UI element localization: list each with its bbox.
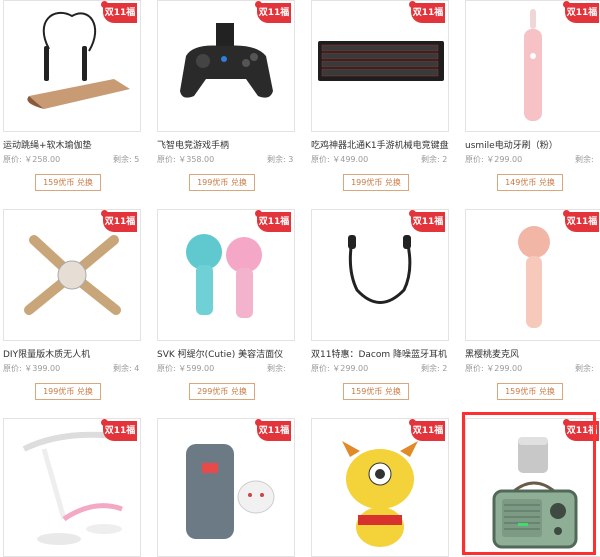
product-card[interactable]: 双11福 黑樱桃麦克风 原价: ￥299.00 剩余: 159优币 兑换	[465, 209, 600, 400]
product-title[interactable]: 吃鸡神器北通K1手游机械电竞键盘	[311, 140, 456, 152]
double11-badge: 双11福	[255, 419, 291, 441]
double11-badge: 双11福	[101, 1, 137, 23]
original-price: 原价: ￥599.00	[157, 364, 215, 373]
original-price: 原价: ￥499.00	[311, 155, 369, 164]
double11-badge: 双11福	[563, 1, 599, 23]
stock-count: 剩余:	[575, 155, 594, 164]
stock-count: 剩余: 5	[113, 155, 140, 164]
redeem-button[interactable]: 199优币 兑换	[35, 383, 101, 400]
product-image[interactable]: 双11福	[311, 0, 449, 132]
original-price: 原价: ￥299.00	[465, 364, 523, 373]
double11-badge: 双11福	[101, 210, 137, 232]
double11-badge: 双11福	[409, 210, 445, 232]
product-card[interactable]: 双11福	[311, 418, 449, 557]
stock-count: 剩余: 4	[113, 364, 140, 373]
product-image[interactable]: 双11福	[157, 209, 295, 341]
product-image[interactable]: 双11福	[157, 0, 295, 132]
original-price: 原价: ￥299.00	[465, 155, 523, 164]
stock-count: 剩余: 2	[421, 364, 448, 373]
redeem-button[interactable]: 159优币 兑换	[35, 174, 101, 191]
redeem-button[interactable]: 299优币 兑换	[189, 383, 255, 400]
selection-highlight	[462, 412, 596, 555]
product-image[interactable]: 双11福	[3, 418, 141, 557]
product-title[interactable]: usmile电动牙刷（粉）	[465, 140, 600, 152]
product-card[interactable]: 双11福 usmile电动牙刷（粉） 原价: ￥299.00 剩余: 149优币 …	[465, 0, 600, 191]
product-card[interactable]: 双11福 SVK 柯缇尔(Cutie) 美容洁面仪 原价: ￥599.00 剩余:…	[157, 209, 295, 400]
redeem-button[interactable]: 199优币 兑换	[189, 174, 255, 191]
product-card[interactable]: 双11福	[157, 418, 295, 557]
double11-badge: 双11福	[255, 1, 291, 23]
stock-count: 剩余: 2	[421, 155, 448, 164]
redeem-button[interactable]: 199优币 兑换	[343, 174, 409, 191]
product-image[interactable]: 双11福	[3, 0, 141, 132]
stock-count: 剩余: 3	[267, 155, 294, 164]
product-image[interactable]: 双11福	[311, 418, 449, 557]
product-image[interactable]: 双11福	[311, 209, 449, 341]
product-title[interactable]: SVK 柯缇尔(Cutie) 美容洁面仪	[157, 349, 302, 361]
product-title[interactable]: 飞智电竞游戏手柄	[157, 140, 302, 152]
product-card[interactable]: 双11福	[3, 418, 141, 557]
product-title[interactable]: DIY限量版木质无人机	[3, 349, 148, 361]
product-title[interactable]: 运动跳绳+软木瑜伽垫	[3, 140, 148, 152]
product-card[interactable]: 双11福 DIY限量版木质无人机 原价: ￥399.00 剩余: 4 199优币 …	[3, 209, 141, 400]
original-price: 原价: ￥299.00	[311, 364, 369, 373]
double11-badge: 双11福	[409, 419, 445, 441]
product-title[interactable]: 黑樱桃麦克风	[465, 349, 600, 361]
original-price: 原价: ￥258.00	[3, 155, 61, 164]
original-price: 原价: ￥399.00	[3, 364, 61, 373]
double11-badge: 双11福	[563, 210, 599, 232]
double11-badge: 双11福	[101, 419, 137, 441]
stock-count: 剩余:	[575, 364, 594, 373]
double11-badge: 双11福	[409, 1, 445, 23]
product-image[interactable]: 双11福	[3, 209, 141, 341]
product-card[interactable]: 双11福 双11特惠：Dacom 降噪蓝牙耳机 原价: ￥299.00 剩余: 2…	[311, 209, 449, 400]
product-image[interactable]: 双11福	[157, 418, 295, 557]
product-image[interactable]: 双11福	[465, 209, 600, 341]
original-price: 原价: ￥358.00	[157, 155, 215, 164]
product-card[interactable]: 双11福 运动跳绳+软木瑜伽垫 原价: ￥258.00 剩余: 5 159优币 兑…	[3, 0, 141, 191]
redeem-button[interactable]: 159优币 兑换	[497, 383, 563, 400]
redeem-button[interactable]: 149优币 兑换	[497, 174, 563, 191]
product-card[interactable]: 双11福 吃鸡神器北通K1手游机械电竞键盘 原价: ￥499.00 剩余: 2 1…	[311, 0, 449, 191]
product-image[interactable]: 双11福	[465, 0, 600, 132]
redeem-button[interactable]: 159优币 兑换	[343, 383, 409, 400]
double11-badge: 双11福	[255, 210, 291, 232]
product-title[interactable]: 双11特惠：Dacom 降噪蓝牙耳机	[311, 349, 456, 361]
stock-count: 剩余:	[267, 364, 286, 373]
product-card[interactable]: 双11福 飞智电竞游戏手柄 原价: ￥358.00 剩余: 3 199优币 兑换	[157, 0, 295, 191]
